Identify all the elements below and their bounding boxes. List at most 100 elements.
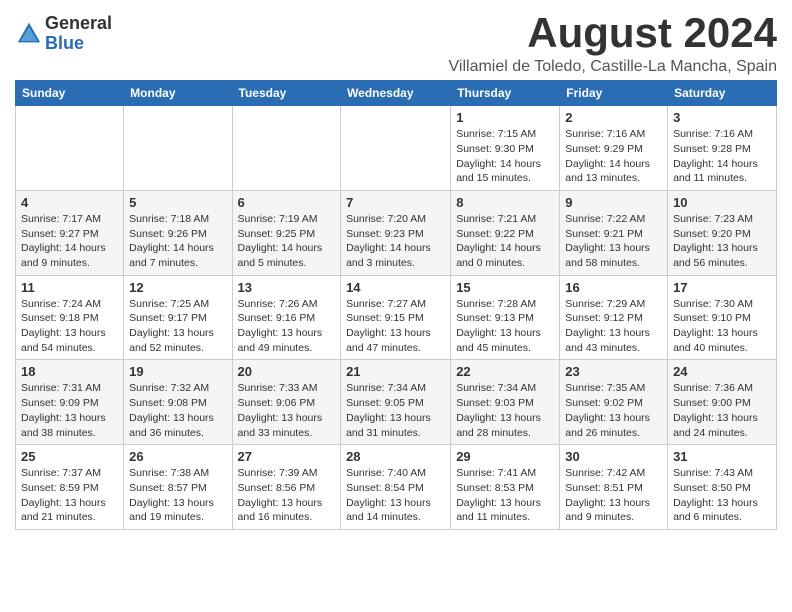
- week-row-5: 25 Sunrise: 7:37 AM Sunset: 8:59 PM Dayli…: [16, 445, 777, 530]
- day-number: 26: [129, 449, 226, 464]
- day-number: 15: [456, 280, 554, 295]
- day-info: Sunrise: 7:37 AM Sunset: 8:59 PM Dayligh…: [21, 466, 118, 525]
- calendar-cell: 29Sunrise: 7:41 AM Sunset: 8:53 PM Dayli…: [451, 445, 560, 530]
- day-number: 13: [238, 280, 336, 295]
- calendar-cell: 16 Sunrise: 7:29 AM Sunset: 9:12 PM Dayli…: [560, 275, 668, 360]
- calendar-cell: 15 Sunrise: 7:28 AM Sunset: 9:13 PM Dayli…: [451, 275, 560, 360]
- calendar-cell: [341, 106, 451, 191]
- day-number: 4: [21, 195, 118, 210]
- day-info: Sunrise: 7:38 AM Sunset: 8:57 PM Dayligh…: [129, 466, 226, 525]
- day-number: 6: [238, 195, 336, 210]
- day-number: 28: [346, 449, 445, 464]
- week-row-4: 18 Sunrise: 7:31 AM Sunset: 9:09 PM Dayli…: [16, 360, 777, 445]
- day-info: Sunrise: 7:16 AM Sunset: 9:28 PM Dayligh…: [673, 127, 771, 186]
- logo-blue-text: Blue: [45, 34, 112, 54]
- day-info: Sunrise: 7:21 AM Sunset: 9:22 PM Dayligh…: [456, 212, 554, 271]
- day-number: 8: [456, 195, 554, 210]
- day-info: Sunrise: 7:34 AM Sunset: 9:03 PM Dayligh…: [456, 381, 554, 440]
- day-number: 10: [673, 195, 771, 210]
- day-info: Sunrise: 7:35 AM Sunset: 9:02 PM Dayligh…: [565, 381, 662, 440]
- calendar-cell: 1 Sunrise: 7:15 AM Sunset: 9:30 PM Daylig…: [451, 106, 560, 191]
- calendar-cell: 31Sunrise: 7:43 AM Sunset: 8:50 PM Dayli…: [668, 445, 777, 530]
- day-number: 9: [565, 195, 662, 210]
- day-info: Sunrise: 7:17 AM Sunset: 9:27 PM Dayligh…: [21, 212, 118, 271]
- day-info: Sunrise: 7:29 AM Sunset: 9:12 PM Dayligh…: [565, 297, 662, 356]
- weekday-header-friday: Friday: [560, 81, 668, 106]
- calendar-cell: [16, 106, 124, 191]
- calendar-cell: 3 Sunrise: 7:16 AM Sunset: 9:28 PM Daylig…: [668, 106, 777, 191]
- logo: General Blue: [15, 14, 112, 54]
- day-info: Sunrise: 7:18 AM Sunset: 9:26 PM Dayligh…: [129, 212, 226, 271]
- day-number: 23: [565, 364, 662, 379]
- calendar-cell: 12Sunrise: 7:25 AM Sunset: 9:17 PM Dayli…: [124, 275, 232, 360]
- day-info: Sunrise: 7:23 AM Sunset: 9:20 PM Dayligh…: [673, 212, 771, 271]
- calendar-cell: 2Sunrise: 7:16 AM Sunset: 9:29 PM Daylig…: [560, 106, 668, 191]
- week-row-2: 4 Sunrise: 7:17 AM Sunset: 9:27 PM Daylig…: [16, 190, 777, 275]
- logo-icon: [15, 20, 43, 48]
- calendar-cell: 13 Sunrise: 7:26 AM Sunset: 9:16 PM Dayli…: [232, 275, 341, 360]
- week-row-1: 1 Sunrise: 7:15 AM Sunset: 9:30 PM Daylig…: [16, 106, 777, 191]
- day-number: 2: [565, 110, 662, 125]
- calendar-cell: 18 Sunrise: 7:31 AM Sunset: 9:09 PM Dayli…: [16, 360, 124, 445]
- day-info: Sunrise: 7:42 AM Sunset: 8:51 PM Dayligh…: [565, 466, 662, 525]
- day-info: Sunrise: 7:31 AM Sunset: 9:09 PM Dayligh…: [21, 381, 118, 440]
- day-number: 1: [456, 110, 554, 125]
- weekday-header-wednesday: Wednesday: [341, 81, 451, 106]
- month-title: August 2024: [449, 10, 777, 56]
- day-number: 3: [673, 110, 771, 125]
- weekday-header-thursday: Thursday: [451, 81, 560, 106]
- day-number: 12: [129, 280, 226, 295]
- day-number: 16: [565, 280, 662, 295]
- day-info: Sunrise: 7:28 AM Sunset: 9:13 PM Dayligh…: [456, 297, 554, 356]
- day-number: 22: [456, 364, 554, 379]
- calendar-cell: [124, 106, 232, 191]
- day-info: Sunrise: 7:30 AM Sunset: 9:10 PM Dayligh…: [673, 297, 771, 356]
- calendar-cell: 26 Sunrise: 7:38 AM Sunset: 8:57 PM Dayli…: [124, 445, 232, 530]
- day-number: 21: [346, 364, 445, 379]
- calendar-cell: 19 Sunrise: 7:32 AM Sunset: 9:08 PM Dayli…: [124, 360, 232, 445]
- calendar-cell: 8 Sunrise: 7:21 AM Sunset: 9:22 PM Daylig…: [451, 190, 560, 275]
- logo-text: General Blue: [45, 14, 112, 54]
- calendar-cell: [232, 106, 341, 191]
- calendar-cell: 11Sunrise: 7:24 AM Sunset: 9:18 PM Dayli…: [16, 275, 124, 360]
- day-number: 31: [673, 449, 771, 464]
- day-info: Sunrise: 7:26 AM Sunset: 9:16 PM Dayligh…: [238, 297, 336, 356]
- calendar-cell: 20 Sunrise: 7:33 AM Sunset: 9:06 PM Dayli…: [232, 360, 341, 445]
- day-number: 19: [129, 364, 226, 379]
- calendar-cell: 23 Sunrise: 7:35 AM Sunset: 9:02 PM Dayli…: [560, 360, 668, 445]
- day-number: 20: [238, 364, 336, 379]
- calendar-cell: 27Sunrise: 7:39 AM Sunset: 8:56 PM Dayli…: [232, 445, 341, 530]
- weekday-header-monday: Monday: [124, 81, 232, 106]
- day-number: 18: [21, 364, 118, 379]
- day-number: 7: [346, 195, 445, 210]
- day-info: Sunrise: 7:24 AM Sunset: 9:18 PM Dayligh…: [21, 297, 118, 356]
- day-number: 14: [346, 280, 445, 295]
- calendar-table: SundayMondayTuesdayWednesdayThursdayFrid…: [15, 80, 777, 530]
- calendar-cell: 14Sunrise: 7:27 AM Sunset: 9:15 PM Dayli…: [341, 275, 451, 360]
- page-header: General Blue August 2024 Villamiel de To…: [15, 10, 777, 76]
- day-info: Sunrise: 7:22 AM Sunset: 9:21 PM Dayligh…: [565, 212, 662, 271]
- day-info: Sunrise: 7:15 AM Sunset: 9:30 PM Dayligh…: [456, 127, 554, 186]
- location-title: Villamiel de Toledo, Castille-La Mancha,…: [449, 58, 777, 76]
- day-info: Sunrise: 7:40 AM Sunset: 8:54 PM Dayligh…: [346, 466, 445, 525]
- weekday-header-tuesday: Tuesday: [232, 81, 341, 106]
- day-info: Sunrise: 7:32 AM Sunset: 9:08 PM Dayligh…: [129, 381, 226, 440]
- calendar-cell: 5Sunrise: 7:18 AM Sunset: 9:26 PM Daylig…: [124, 190, 232, 275]
- calendar-cell: 25 Sunrise: 7:37 AM Sunset: 8:59 PM Dayli…: [16, 445, 124, 530]
- calendar-cell: 24Sunrise: 7:36 AM Sunset: 9:00 PM Dayli…: [668, 360, 777, 445]
- day-info: Sunrise: 7:39 AM Sunset: 8:56 PM Dayligh…: [238, 466, 336, 525]
- day-info: Sunrise: 7:41 AM Sunset: 8:53 PM Dayligh…: [456, 466, 554, 525]
- weekday-header-sunday: Sunday: [16, 81, 124, 106]
- calendar-cell: 9 Sunrise: 7:22 AM Sunset: 9:21 PM Daylig…: [560, 190, 668, 275]
- week-row-3: 11Sunrise: 7:24 AM Sunset: 9:18 PM Dayli…: [16, 275, 777, 360]
- day-number: 17: [673, 280, 771, 295]
- calendar-cell: 30 Sunrise: 7:42 AM Sunset: 8:51 PM Dayli…: [560, 445, 668, 530]
- day-info: Sunrise: 7:33 AM Sunset: 9:06 PM Dayligh…: [238, 381, 336, 440]
- day-number: 25: [21, 449, 118, 464]
- day-info: Sunrise: 7:36 AM Sunset: 9:00 PM Dayligh…: [673, 381, 771, 440]
- calendar-cell: 22 Sunrise: 7:34 AM Sunset: 9:03 PM Dayli…: [451, 360, 560, 445]
- day-number: 30: [565, 449, 662, 464]
- calendar-cell: 28 Sunrise: 7:40 AM Sunset: 8:54 PM Dayli…: [341, 445, 451, 530]
- weekday-header-saturday: Saturday: [668, 81, 777, 106]
- day-info: Sunrise: 7:34 AM Sunset: 9:05 PM Dayligh…: [346, 381, 445, 440]
